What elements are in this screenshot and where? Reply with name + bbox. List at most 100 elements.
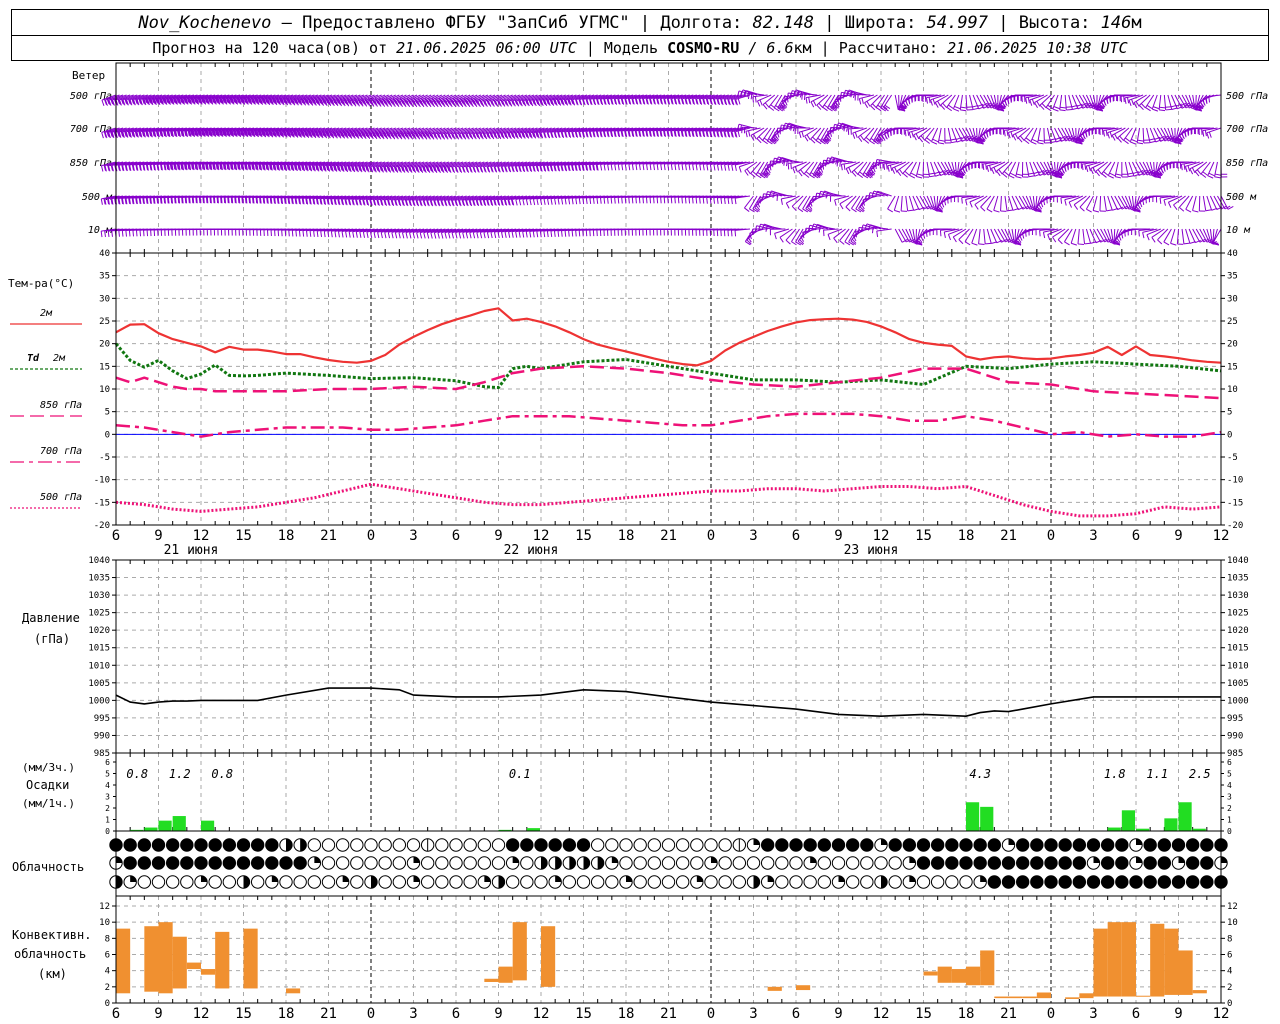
y-tick-label: -10 <box>1227 476 1243 486</box>
wind-barb-feather <box>419 232 423 239</box>
wind-barb <box>810 127 822 140</box>
wind-barb <box>1209 195 1218 210</box>
wind-barb-feather <box>1042 232 1046 239</box>
temperature-axis-label: Тем-ра(°C) <box>8 277 74 290</box>
wind-barb-feather <box>550 230 553 237</box>
wind-barb-feather <box>121 230 124 237</box>
wind-barb-feather <box>256 197 259 204</box>
wind-barb-feather <box>1165 108 1172 111</box>
wind-barb-feather <box>1006 209 1014 212</box>
wind-barb-feather <box>1038 139 1045 142</box>
wind-barb-feather <box>1191 167 1196 174</box>
wind-barb-feather <box>164 197 166 204</box>
wind-barb-feather <box>934 102 939 108</box>
wind-barb-feather <box>909 174 916 179</box>
wind-barb-feather <box>1073 204 1079 210</box>
wind-barb-feather <box>1024 230 1027 237</box>
wind-barb <box>1085 228 1092 244</box>
y-tick-label: -15 <box>1227 498 1243 508</box>
wind-barb-feather <box>702 164 705 171</box>
wind-barb-feather <box>798 132 802 139</box>
wind-barb-feather <box>925 97 928 104</box>
wind-barb-feather <box>1126 97 1130 104</box>
wind-barb-feather <box>887 208 893 213</box>
wind-barb-feather <box>1103 171 1109 176</box>
wind-barb-feather <box>960 106 967 109</box>
wind-barb-feather <box>645 197 648 204</box>
wind-barb-feather <box>938 139 945 142</box>
wind-barb-feather <box>723 197 726 204</box>
wind-barb <box>863 127 875 140</box>
wind-barb <box>812 195 828 198</box>
wind-barb-feather <box>660 197 662 204</box>
wind-barb <box>1004 195 1008 211</box>
wind-barb-feather <box>938 142 945 145</box>
wind-barb-feather <box>836 160 839 167</box>
wind-barb-feather <box>635 197 637 204</box>
wind-barb-feather <box>1163 241 1170 246</box>
wind-barb-feather <box>391 232 394 239</box>
y-tick-label: 30 <box>1227 294 1238 304</box>
wind-barb-feather <box>642 197 644 204</box>
wind-barb-feather <box>1137 139 1144 142</box>
wind-barb-feather <box>405 232 408 239</box>
wind-barb-feather <box>501 231 504 238</box>
wind-barb-feather <box>798 170 803 177</box>
wind-barb-feather <box>709 197 712 204</box>
wind-barb-feather <box>727 197 730 205</box>
y-tick-label: -20 <box>1227 521 1243 531</box>
y-tick-label: 20 <box>1227 340 1238 350</box>
wind-barb-feather <box>948 104 954 109</box>
wind-barb <box>823 228 839 231</box>
wind-barb-feather <box>688 197 691 204</box>
wind-barb-feather <box>918 137 924 143</box>
y-tick-label: 30 <box>99 294 110 304</box>
wind-barb <box>822 94 832 108</box>
wind-barb-feather <box>525 199 529 206</box>
wind-barb-feather <box>990 168 995 175</box>
wind-barb-feather <box>1060 197 1063 204</box>
wind-barb-feather <box>536 231 539 238</box>
wind-barb-feather <box>313 230 315 237</box>
wind-barbs <box>100 89 1234 246</box>
wind-barb-feather <box>621 164 624 171</box>
wind-barb-feather <box>737 98 741 105</box>
wind-barb-feather <box>907 129 910 136</box>
wind-barb-feather <box>1088 165 1091 172</box>
wind-barb-feather <box>730 230 733 237</box>
y-tick-label: 0 <box>105 430 110 440</box>
wind-barb-feather <box>839 240 845 245</box>
wind-barb-feather <box>295 230 297 237</box>
wind-barb-feather <box>564 230 567 237</box>
wind-barb-feather <box>1045 107 1052 112</box>
wind-barb-feather <box>674 164 677 171</box>
y-tick-label: -20 <box>94 521 110 531</box>
wind-barb-feather <box>965 199 968 206</box>
y-tick-label: 35 <box>1227 272 1238 282</box>
wind-barb-feather <box>245 197 248 204</box>
wind-barb-feather <box>986 165 990 172</box>
wind-barb-feather <box>998 169 1003 175</box>
wind-barb-feather <box>756 138 762 144</box>
wind-barb-feather <box>790 163 792 170</box>
wind-barb-feather <box>298 230 301 237</box>
wind-barb-feather <box>394 232 398 239</box>
wind-barb-feather <box>235 197 237 204</box>
wind-barb-feather <box>656 164 659 171</box>
wind-barb-feather <box>174 197 177 204</box>
wind-barb-feather <box>1151 237 1156 243</box>
wind-barb-feather <box>603 164 606 171</box>
wind-barb-feather <box>337 231 340 238</box>
wind-barb-feather <box>401 232 405 239</box>
wind-barb-feather <box>1071 242 1078 246</box>
wind-barb <box>1153 161 1156 178</box>
wind-barb <box>851 195 861 209</box>
wind-barb-feather <box>649 197 652 204</box>
wind-barb-feather <box>713 164 716 171</box>
wind-barb-feather <box>803 93 806 100</box>
wind-barb-feather <box>876 230 879 238</box>
wind-barb-feather <box>720 197 723 204</box>
wind-barb-feather <box>384 232 387 239</box>
y-tick-label: -10 <box>94 476 110 486</box>
wind-barb-feather <box>139 230 142 237</box>
